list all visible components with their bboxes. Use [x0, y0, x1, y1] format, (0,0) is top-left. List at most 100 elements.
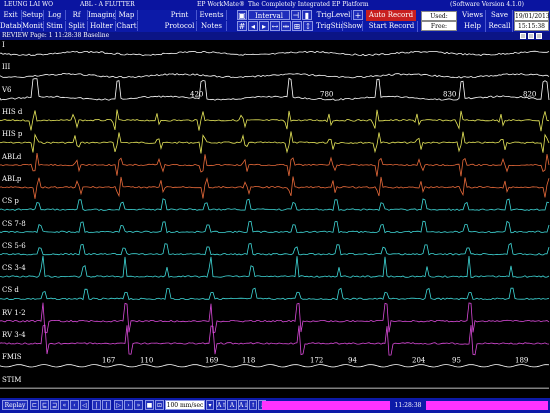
fmis-interval-label: 172	[310, 356, 323, 364]
title-bar: LEUNG LAI WO ABL - A FLUTTER EP WorkMate…	[0, 0, 550, 10]
measure-icon[interactable]: ⊞	[292, 21, 302, 31]
page-forward-icon[interactable]: |	[102, 400, 111, 410]
channel-label: ABLp	[2, 174, 22, 183]
expand-icon[interactable]: ↔	[270, 21, 280, 31]
step-back-icon[interactable]: ‹	[70, 400, 79, 410]
setup-button[interactable]: Setup	[22, 10, 44, 20]
patient-name: LEUNG LAI WO	[4, 1, 54, 8]
fast-forward-icon[interactable]: »	[134, 400, 143, 410]
views-button[interactable]: Views	[460, 10, 486, 21]
trace-his-d	[0, 109, 550, 132]
stim-button[interactable]: Stim	[44, 21, 66, 31]
trace-iii	[0, 72, 550, 79]
step-forward-icon[interactable]: ›	[124, 400, 133, 410]
interval-button[interactable]: Interval	[248, 10, 290, 20]
protocol-button[interactable]: Protocol	[163, 21, 197, 31]
review-label: REVIEW Page: 1 11:28:38 Baseline	[2, 32, 110, 39]
close-icon[interactable]	[536, 33, 542, 39]
amplitude-up-icon[interactable]: A↑	[216, 400, 226, 410]
arrow-up-icon[interactable]: ↑	[249, 400, 257, 410]
exit-button[interactable]: Exit	[0, 10, 22, 20]
trace-cs-5-6	[0, 242, 550, 256]
caliper-icon[interactable]: ⊣	[291, 10, 301, 20]
pan-right-icon[interactable]: ▸	[259, 21, 269, 31]
compress-icon[interactable]: ⇹	[281, 21, 291, 31]
save-button[interactable]: Save	[487, 10, 513, 21]
v6-interval-label: 420	[190, 91, 203, 99]
grid-icon[interactable]: #	[237, 21, 247, 31]
notes-button[interactable]: Notes	[197, 21, 227, 31]
fmis-interval-label: 110	[140, 356, 153, 364]
triglevel-button[interactable]: TrigLevel	[316, 10, 352, 20]
trace-rv-1-2	[0, 302, 550, 334]
mark-left-icon[interactable]: ⊑	[40, 400, 49, 410]
events-button[interactable]: Events	[197, 10, 227, 20]
pan-left-icon[interactable]: ◂	[248, 21, 258, 31]
trace-cs-p	[0, 198, 550, 211]
channel-label: V6	[2, 85, 12, 94]
replay-progress-bar[interactable]: 11:28:38	[262, 401, 548, 410]
fmis-interval-label: 189	[515, 356, 528, 364]
fmis-interval-label: 167	[102, 356, 115, 364]
channel-label: RV 3-4	[2, 331, 26, 340]
ecg-traces: 420 780 830 820 167 110 169 118 172 94 204 95 189	[0, 50, 550, 389]
log-button[interactable]: Log	[44, 10, 66, 20]
auto-record-button[interactable]: Auto Record	[366, 10, 416, 21]
prev-icon[interactable]: ◁	[80, 400, 89, 410]
amplitude-down-icon[interactable]: A↓	[238, 400, 248, 410]
amplitude-font-icon[interactable]: A	[227, 400, 237, 410]
replay-bar: Replay ⊏ ⊑ ⊒ « ‹ ◁ | | ▷ › » ■ ⊡ 100 mm/…	[0, 398, 550, 413]
trace-ablp	[0, 176, 550, 199]
camera-icon[interactable]: ▣	[237, 10, 247, 20]
show-button[interactable]: Show	[343, 21, 363, 31]
imaging-button[interactable]: Imaging	[88, 10, 116, 20]
cursor-icon[interactable]: ↕	[303, 21, 313, 31]
channel-label: CS p	[2, 197, 19, 206]
trace-cs-7-8	[0, 220, 550, 234]
marker-icon[interactable]: ▮	[302, 10, 312, 20]
crosshair-icon[interactable]: +	[353, 10, 363, 20]
trace-display[interactable]: 420 780 830 820 167 110 169 118 172 94 204 95 189 II…	[0, 40, 550, 397]
trace-fmis	[0, 364, 550, 368]
recall-button[interactable]: Recall	[487, 21, 513, 32]
fmis-interval-label: 94	[348, 356, 357, 364]
holter-button[interactable]: Holter	[88, 21, 116, 31]
channel-label: CS 7-8	[2, 219, 26, 228]
lock-icon[interactable]: ⊡	[155, 400, 164, 410]
start-record-button[interactable]: Start Record	[366, 21, 418, 32]
split-button[interactable]: Split	[66, 21, 88, 31]
channel-label: RV 1-2	[2, 308, 26, 317]
help-button[interactable]: Help	[460, 21, 486, 32]
speed-dropdown-icon[interactable]: ▾	[206, 400, 214, 410]
minimize-icon[interactable]	[520, 33, 526, 39]
database-button[interactable]: Database	[0, 21, 22, 31]
replay-button[interactable]: Replay	[2, 400, 28, 410]
trace-cs-3-4	[0, 255, 550, 278]
next-icon[interactable]: ▷	[114, 400, 123, 410]
chart-button[interactable]: Chart	[116, 21, 138, 31]
print-button[interactable]: Print	[163, 10, 197, 20]
software-version: (Software Version 4.1.0)	[450, 1, 524, 8]
mark-right-icon[interactable]: ⊒	[50, 400, 59, 410]
procedure-name: ABL - A FLUTTER	[80, 1, 135, 8]
stop-icon[interactable]: ■	[145, 400, 154, 410]
trace-v6	[0, 77, 550, 101]
channel-label: CS d	[2, 286, 19, 295]
fmis-interval-label: 118	[242, 356, 255, 364]
v6-interval-label: 830	[443, 91, 456, 99]
channel-label: FMIS	[2, 353, 22, 362]
trigstim-button[interactable]: TrigStim	[316, 21, 343, 31]
restore-icon[interactable]	[528, 33, 534, 39]
rf-button[interactable]: Rf	[66, 10, 88, 20]
map-button[interactable]: Map	[116, 10, 138, 20]
page-back-icon[interactable]: |	[92, 400, 101, 410]
app-name: EP WorkMate®	[197, 1, 245, 8]
monitor-button[interactable]: Monitor	[22, 21, 44, 31]
channel-label: HIS p	[2, 130, 23, 139]
first-page-icon[interactable]: ⊏	[30, 400, 39, 410]
channel-label: CS 5-6	[2, 241, 26, 250]
speed-select[interactable]: 100 mm/sec	[165, 400, 205, 410]
free-time: Free: 08:06	[421, 21, 457, 39]
rewind-icon[interactable]: «	[60, 400, 69, 410]
channel-label: ABLd	[2, 152, 22, 161]
